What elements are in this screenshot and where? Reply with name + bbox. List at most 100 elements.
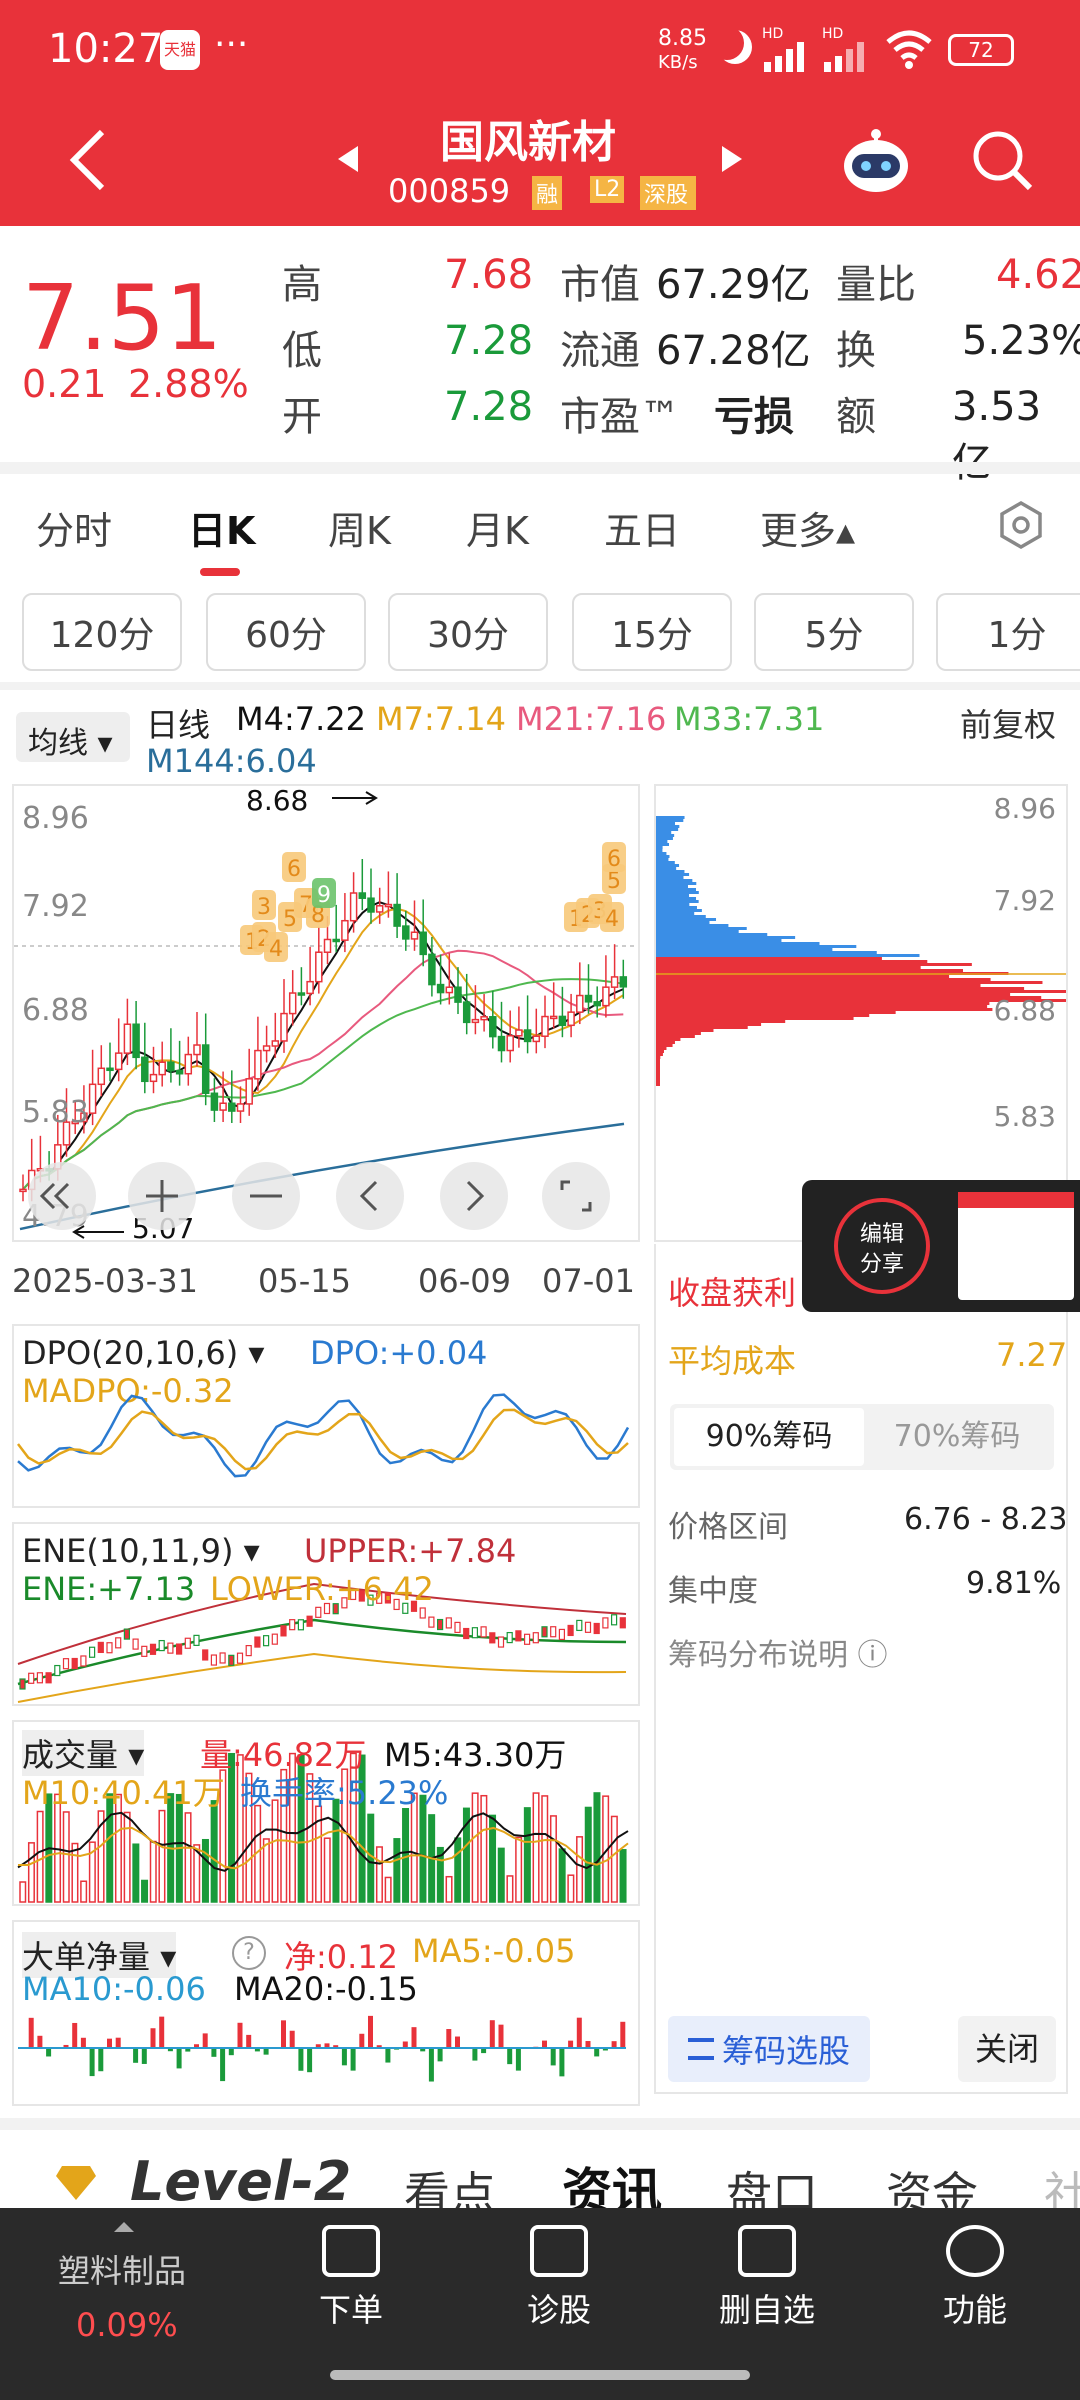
candle — [567, 993, 575, 1038]
chip-bar — [656, 966, 921, 969]
ene-candle — [54, 1664, 61, 1677]
chip-bar — [656, 1023, 762, 1026]
tab-more[interactable]: 更多▴ — [760, 500, 855, 555]
candle — [410, 900, 419, 951]
chip-bar — [656, 936, 796, 939]
expand-up-icon[interactable] — [112, 2220, 136, 2234]
ene-candle — [437, 1618, 444, 1631]
chip-select-button[interactable]: 筹码选股 — [668, 2016, 870, 2082]
tab-intraday[interactable]: 分时 — [36, 500, 112, 555]
ene-selector[interactable]: ENE(10,11,9) ▾ — [22, 1532, 260, 1570]
functions-button[interactable]: 功能 — [910, 2225, 1040, 2331]
interval-1min[interactable]: 1分 — [936, 593, 1080, 671]
ene-candle — [254, 1636, 261, 1648]
zoom-out-button[interactable] — [232, 1162, 300, 1230]
volume-bar — [123, 1811, 131, 1903]
chip-bar — [656, 933, 768, 936]
kline-panel[interactable]: 124357869123456 8.96 7.92 6.88 5.83 4.79… — [12, 784, 640, 1245]
nav-bar: 国风新材 000859 融 L2 深股 — [0, 100, 1080, 226]
candle — [619, 959, 628, 999]
avg-cost-label: 平均成本 — [668, 1342, 797, 1380]
divider — [0, 682, 1080, 690]
chip-bar — [656, 903, 690, 906]
remove-watchlist-button[interactable]: 删自选 — [702, 2225, 832, 2331]
interval-120min[interactable]: 120分 — [22, 593, 182, 671]
big-order-bar — [428, 2048, 434, 2082]
candle — [541, 995, 549, 1049]
scroll-left-button[interactable] — [336, 1162, 404, 1230]
chip-bar — [656, 885, 688, 888]
chip-select-label: 筹码选股 — [721, 2032, 850, 2070]
candle — [610, 944, 619, 1000]
ene-candle — [123, 1628, 131, 1640]
share-float-panel[interactable]: 编辑 分享 — [802, 1180, 1080, 1312]
tab-five-day[interactable]: 五日 — [604, 500, 680, 555]
chip-explain-link[interactable]: 筹码分布说明 ⓘ — [668, 1630, 888, 1674]
tab-monthly-k[interactable]: 月K — [466, 500, 529, 555]
big-order-bar — [350, 2048, 356, 2071]
interval-30min[interactable]: 30分 — [388, 593, 548, 671]
tab-daily-k[interactable]: 日K — [188, 500, 255, 555]
close-chips-button[interactable]: 关闭 — [958, 2016, 1056, 2082]
volume-bar — [158, 1809, 166, 1903]
interval-15min[interactable]: 15分 — [572, 593, 732, 671]
big-order-bar — [446, 2029, 452, 2048]
volume-bar — [610, 1815, 618, 1903]
tab-weekly-k[interactable]: 周K — [328, 500, 391, 555]
tab-level2[interactable]: Level-2 — [130, 2150, 351, 2213]
settings-hex-icon[interactable] — [998, 500, 1044, 550]
volume-bar — [210, 1800, 218, 1903]
concentration-label: 集中度 — [668, 1574, 758, 1609]
next-stock-icon[interactable] — [720, 144, 744, 174]
chip-bar — [656, 993, 1011, 996]
back-icon[interactable] — [66, 128, 110, 192]
tab-chip-70[interactable]: 70%筹码 — [864, 1408, 1050, 1466]
order-button[interactable]: 下单 — [286, 2225, 416, 2331]
candle — [515, 1006, 523, 1048]
diagnose-button[interactable]: 诊股 — [494, 2225, 624, 2331]
candle — [132, 1001, 140, 1070]
candle — [184, 1036, 193, 1086]
ene-candle — [19, 1678, 26, 1690]
volume-bar — [80, 1880, 88, 1903]
interval-60min[interactable]: 60分 — [206, 593, 366, 671]
candle — [523, 995, 532, 1054]
signal2-icon — [824, 42, 864, 72]
fullscreen-button[interactable] — [542, 1162, 610, 1230]
document-icon — [322, 2225, 380, 2277]
zoom-in-button[interactable] — [128, 1162, 196, 1230]
ma144-value: M144:6.04 — [146, 742, 317, 780]
svg-text:4: 4 — [269, 937, 283, 962]
interval-5min[interactable]: 5分 — [754, 593, 914, 671]
chip-bar — [656, 984, 981, 987]
kline-chart[interactable]: 124357869123456 8.96 7.92 6.88 5.83 4.79… — [14, 784, 638, 1245]
ene-candle — [289, 1619, 296, 1631]
profit-label: 收盘获利 — [668, 1274, 797, 1312]
big-order-bar — [576, 2017, 582, 2048]
chip-bar — [656, 963, 972, 966]
chip-y-tick-3: 5.83 — [994, 1100, 1056, 1133]
svg-text:6: 6 — [287, 857, 301, 882]
tab-chip-90[interactable]: 90%筹码 — [674, 1408, 864, 1466]
ene-candle — [263, 1635, 270, 1647]
ene-candle — [567, 1624, 574, 1637]
chip-bar — [656, 1059, 660, 1062]
prev-stock-icon[interactable] — [336, 144, 360, 174]
current-price: 7.51 — [22, 266, 223, 371]
zoom-out-far-button[interactable] — [28, 1162, 96, 1230]
date-label-2: 06-09 — [418, 1262, 511, 1300]
sector-name[interactable]: 塑料制品 — [58, 2246, 186, 2292]
volume-bar — [497, 1847, 505, 1903]
indicator-selector[interactable]: 均线 ▾ — [16, 712, 130, 762]
avg-cost-value: 7.27 — [996, 1336, 1068, 1374]
robot-assistant-icon[interactable] — [838, 124, 914, 200]
search-icon[interactable] — [970, 128, 1036, 194]
adjust-mode[interactable]: 前复权 — [960, 700, 1056, 746]
scroll-right-button[interactable] — [440, 1162, 508, 1230]
edit-share-button[interactable]: 编辑 分享 — [834, 1198, 930, 1294]
candle — [106, 1042, 114, 1082]
chip-y-tick-0: 8.96 — [994, 792, 1056, 825]
chip-bar — [656, 870, 685, 873]
chip-bar — [656, 1032, 701, 1035]
help-icon[interactable]: ? — [232, 1936, 266, 1970]
